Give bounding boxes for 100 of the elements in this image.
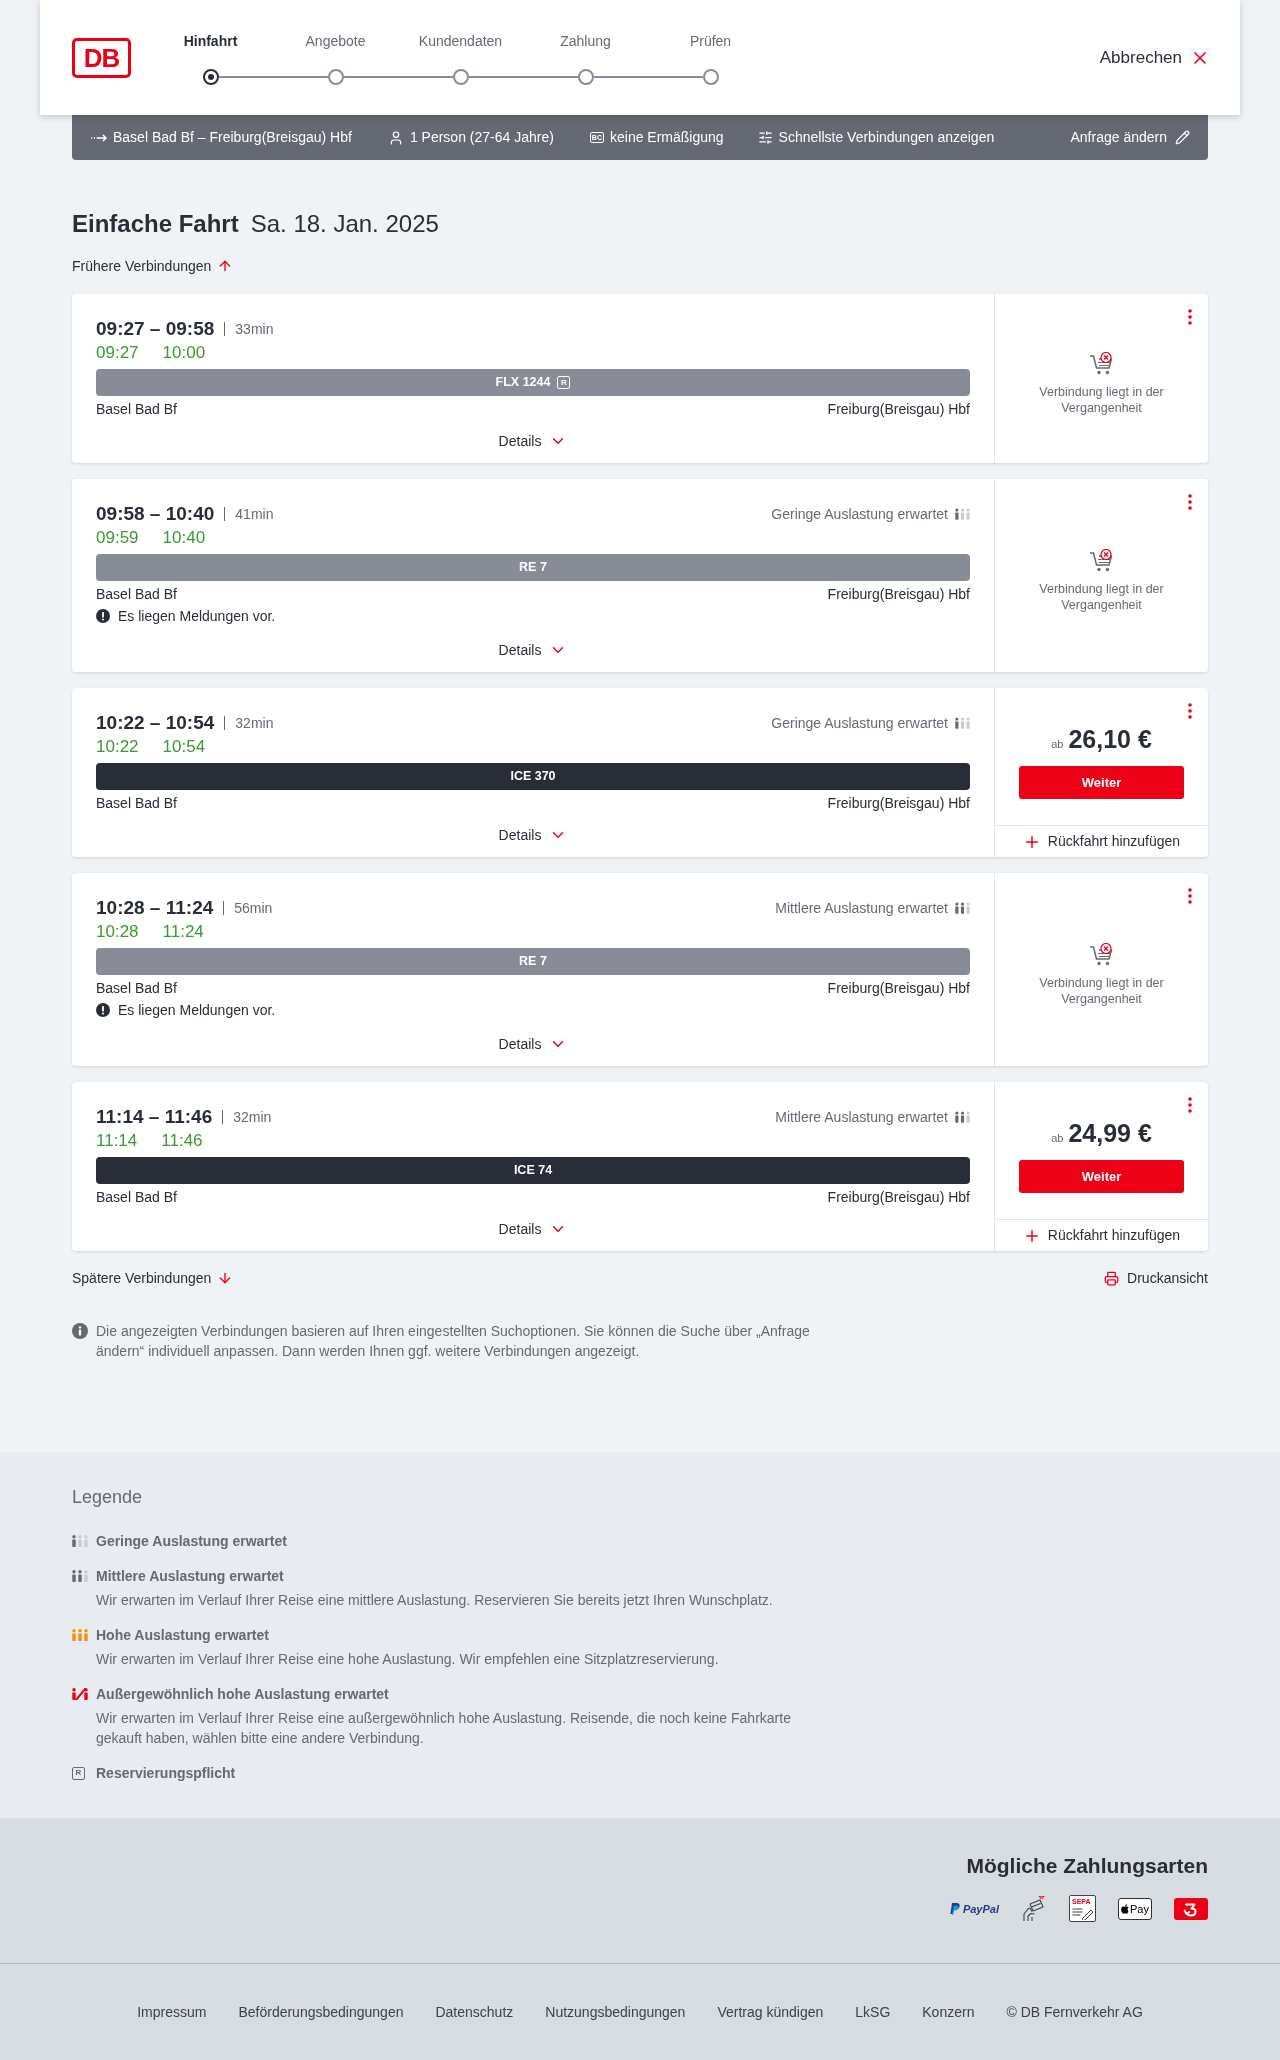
apple-pay-logo: Pay — [1118, 1897, 1152, 1920]
passengers-text: 1 Person (27-64 Jahre) — [409, 128, 554, 147]
planned-times: 09:27 – 09:58 — [96, 317, 215, 341]
planned-times: 10:28 – 11:24 — [96, 896, 214, 920]
continue-button[interactable]: Weiter — [1019, 766, 1184, 799]
earlier-connections-link[interactable]: Frühere Verbindungen — [72, 256, 234, 276]
departure-station: Basel Bad Bf — [96, 1187, 177, 1207]
planned-times: 11:14 – 11:46 — [96, 1105, 213, 1129]
reservation-badge: R — [557, 376, 571, 389]
arrival-station: Freiburg(Breisgau) Hbf — [827, 584, 970, 604]
arrival-station: Freiburg(Breisgau) Hbf — [827, 399, 970, 419]
arrow-tile-icon — [1174, 1897, 1208, 1920]
add-return-trip-button[interactable]: Rückfahrt hinzufügen — [1022, 1225, 1181, 1246]
price-prefix: ab — [1051, 737, 1064, 752]
paypal-logo: PayPal — [949, 1901, 999, 1916]
footer-link[interactable]: Beförderungsbedingungen — [238, 2001, 404, 2023]
continue-button[interactable]: Weiter — [1019, 1160, 1184, 1193]
details-button[interactable]: Details — [498, 824, 568, 846]
cancel-button[interactable]: Abbrechen — [1099, 44, 1210, 71]
add-return-trip-button[interactable]: Rückfahrt hinzufügen — [1022, 831, 1181, 852]
actual-departure-time: 10:28 — [96, 921, 139, 944]
train-name: FLX 1244 — [495, 374, 551, 392]
footer-link[interactable]: Datenschutz — [435, 2001, 514, 2023]
duration-text: 32min — [235, 713, 274, 733]
actual-arrival-time: 11:24 — [162, 921, 204, 944]
departure-station: Basel Bad Bf — [96, 399, 177, 419]
planned-times: 09:58 – 10:40 — [96, 502, 215, 526]
actual-departure-time: 09:59 — [96, 527, 139, 550]
planned-times: 10:22 – 10:54 — [96, 711, 215, 735]
occupancy-icon — [955, 717, 970, 729]
occupancy-text: Mittlere Auslastung erwartet — [775, 1107, 948, 1127]
step-label: Kundendaten — [417, 31, 504, 51]
details-button[interactable]: Details — [498, 1033, 568, 1055]
step-label: Zahlung — [559, 31, 612, 51]
pencil-icon — [1175, 130, 1190, 145]
step-label: Hinfahrt — [182, 31, 239, 51]
details-button[interactable]: Details — [498, 430, 568, 452]
arrival-station: Freiburg(Breisgau) Hbf — [827, 1187, 970, 1207]
cart-cross-icon — [1088, 549, 1115, 573]
reservation-badge: R — [72, 1766, 85, 1780]
actual-arrival-time: 10:00 — [162, 342, 206, 365]
duration-text: 56min — [234, 898, 273, 918]
legend-item-description: Wir erwarten im Verlauf Ihrer Reise eine mittlere Auslastung. Reservieren Sie bereits jetzt Ihren Wunschplatz. — [96, 1591, 774, 1610]
trip-type-heading: Einfache Fahrt — [72, 209, 239, 239]
footer-link[interactable]: Vertrag kündigen — [717, 2001, 824, 2023]
notice-text: Es liegen Meldungen vor. — [118, 606, 276, 626]
occupancy-text: Geringe Auslastung erwartet — [771, 713, 948, 733]
actual-arrival-time: 10:54 — [162, 736, 206, 759]
footer-link[interactable]: LkSG — [855, 2001, 891, 2023]
past-connection-message: Verbindung liegt in der Vergangenheit — [1038, 384, 1165, 416]
info-icon — [72, 1323, 88, 1339]
hand-card-icon — [1021, 1895, 1047, 1922]
legend-item-description: Wir erwarten im Verlauf Ihrer Reise eine hohe Auslastung. Wir empfehlen eine Sitzplatzreservierung. — [96, 1650, 720, 1669]
discount-text: keine Ermäßigung — [610, 128, 724, 147]
travel-date: Sa. 18. Jan. 2025 — [250, 209, 439, 239]
occupancy-icon — [955, 1111, 970, 1123]
departure-station: Basel Bad Bf — [96, 793, 177, 813]
actual-departure-time: 09:27 — [96, 342, 139, 365]
step-label: Prüfen — [688, 31, 733, 51]
step-label: Angebote — [304, 31, 367, 51]
vertical-dots-icon — [1188, 888, 1192, 904]
legend-item-title: Außergewöhnlich hohe Auslastung erwartet — [96, 1684, 389, 1704]
legend-title: Legende — [72, 1486, 143, 1509]
occupancy-text: Geringe Auslastung erwartet — [771, 504, 948, 524]
train-name: RE 7 — [519, 953, 547, 971]
duration-text: 41min — [235, 504, 274, 524]
route-arrow-icon — [90, 132, 108, 143]
vertical-dots-icon — [1188, 309, 1192, 325]
footer-link[interactable]: Impressum — [137, 2001, 207, 2023]
edit-request-button[interactable]: Anfrage ändern — [1070, 127, 1190, 148]
actual-departure-time: 11:14 — [96, 1130, 138, 1153]
search-option-text: Schnellste Verbindungen anzeigen — [778, 128, 995, 147]
route-text: Basel Bad Bf – Freiburg(Breisgau) Hbf — [113, 128, 352, 147]
legend-item-title: Reservierungspflicht — [96, 1763, 236, 1783]
departure-station: Basel Bad Bf — [96, 584, 177, 604]
print-view-link[interactable]: Druckansicht — [1104, 1267, 1208, 1289]
past-connection-message: Verbindung liegt in der Vergangenheit — [1038, 581, 1165, 613]
footer-link[interactable]: Konzern — [922, 2001, 975, 2023]
occupancy-icon — [72, 1570, 88, 1582]
details-button[interactable]: Details — [498, 1218, 568, 1240]
occupancy-icon — [72, 1535, 88, 1547]
occupancy-icon — [72, 1688, 88, 1700]
train-name: ICE 74 — [513, 1162, 553, 1180]
db-logo[interactable]: DB — [72, 37, 131, 78]
occupancy-icon — [955, 902, 970, 914]
actual-arrival-time: 11:46 — [161, 1130, 203, 1153]
cart-cross-icon — [1088, 943, 1115, 967]
payment-title: Mögliche Zahlungsarten — [966, 1853, 1208, 1879]
sliders-icon — [757, 130, 773, 145]
legend-item-title: Hohe Auslastung erwartet — [96, 1625, 269, 1645]
footer-link[interactable]: Nutzungsbedingungen — [545, 2001, 686, 2023]
occupancy-icon — [72, 1629, 88, 1641]
notice-text: Es liegen Meldungen vor. — [118, 1000, 276, 1020]
legend-item-title: Geringe Auslastung erwartet — [96, 1531, 287, 1551]
cart-cross-icon — [1088, 352, 1115, 376]
vertical-dots-icon — [1188, 703, 1192, 719]
later-connections-link[interactable]: Spätere Verbindungen — [72, 1267, 234, 1289]
price-text: 26,10 € — [1068, 724, 1152, 755]
details-button[interactable]: Details — [498, 639, 568, 661]
duration-text: 32min — [233, 1107, 272, 1127]
